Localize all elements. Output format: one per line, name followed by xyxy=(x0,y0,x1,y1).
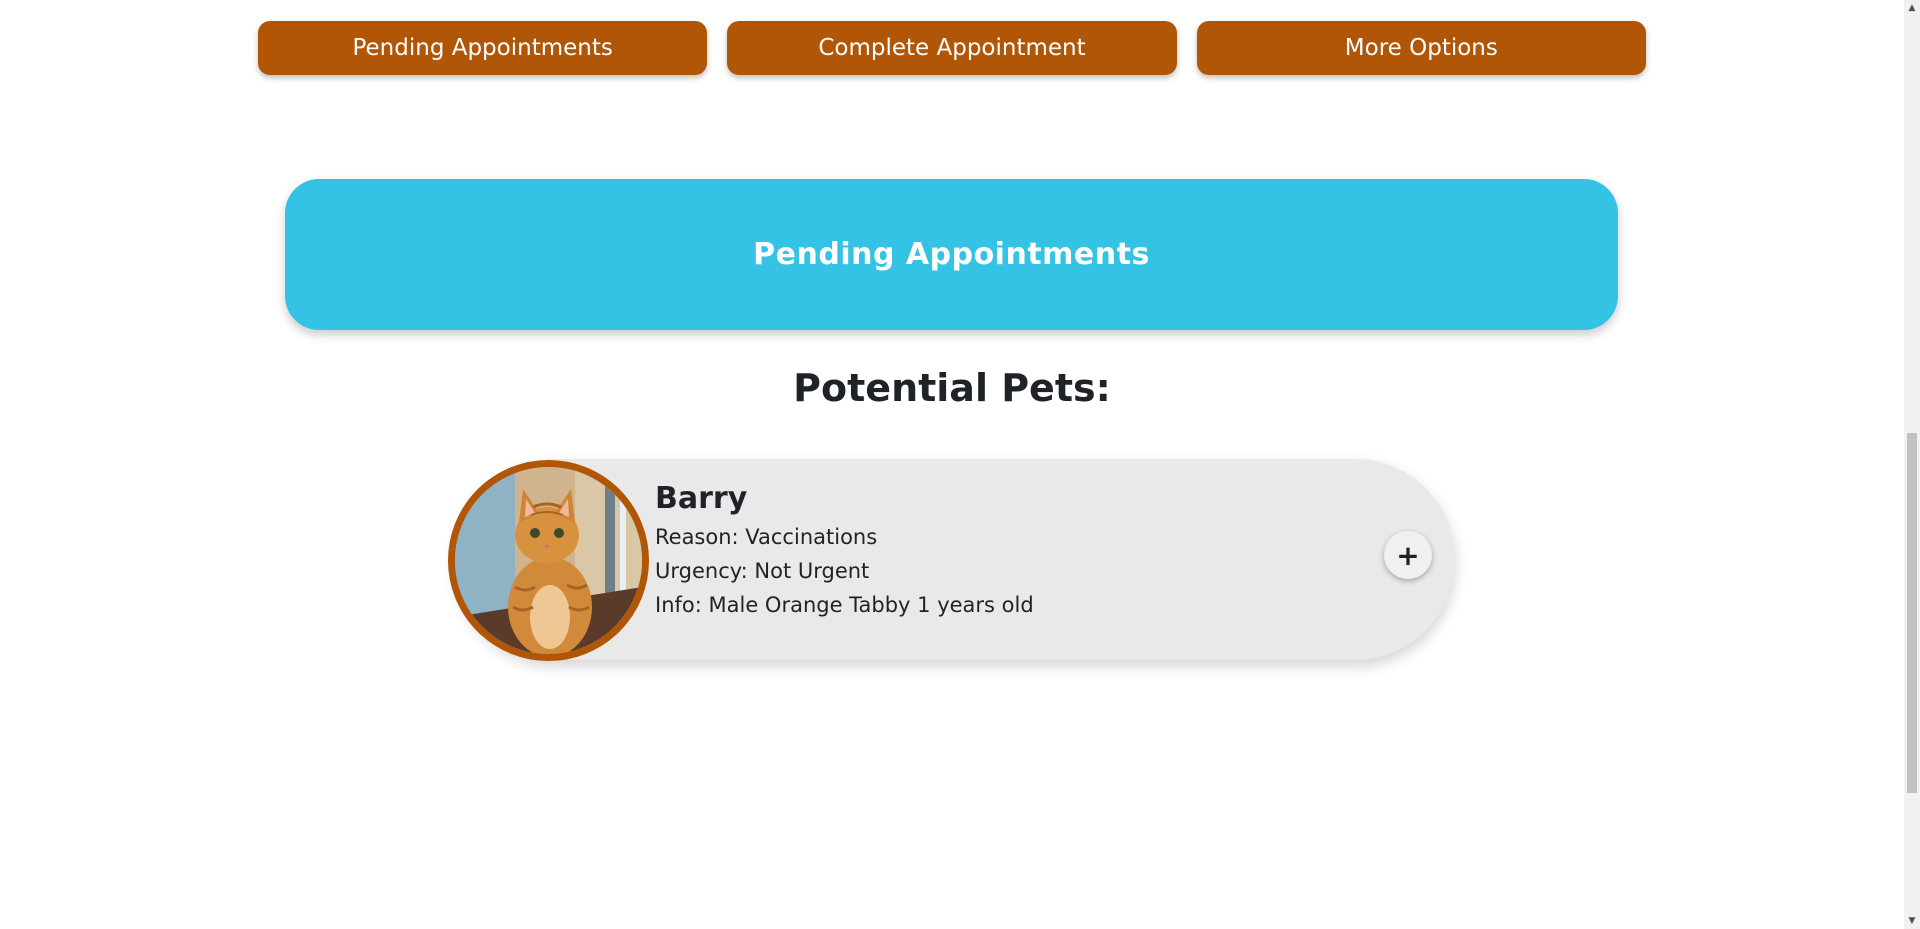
add-pet-button[interactable]: + xyxy=(1384,531,1432,579)
pet-card: Barry Reason: Vaccinations Urgency: Not … xyxy=(448,459,1455,661)
page: Pending Appointments Complete Appointmen… xyxy=(0,0,1920,929)
pending-appointments-banner: Pending Appointments xyxy=(285,179,1618,330)
plus-icon: + xyxy=(1396,538,1420,572)
pet-name: Barry xyxy=(655,481,748,516)
pet-info-text: Info: Male Orange Tabby 1 years old xyxy=(655,593,1034,617)
pending-appointments-button[interactable]: Pending Appointments xyxy=(258,21,708,75)
scroll-down-arrow-icon[interactable]: ▼ xyxy=(1904,913,1920,929)
banner-title: Pending Appointments xyxy=(753,237,1150,272)
pet-photo xyxy=(448,460,649,661)
pet-reason: Reason: Vaccinations xyxy=(655,525,878,549)
complete-appointment-button[interactable]: Complete Appointment xyxy=(727,21,1177,75)
pet-info: Barry Reason: Vaccinations Urgency: Not … xyxy=(655,481,1034,622)
cat-photo-icon xyxy=(455,467,642,654)
top-nav: Pending Appointments Complete Appointmen… xyxy=(258,21,1646,75)
pet-urgency: Urgency: Not Urgent xyxy=(655,559,870,583)
more-options-button[interactable]: More Options xyxy=(1196,21,1646,75)
potential-pets-heading: Potential Pets: xyxy=(793,366,1111,410)
scroll-up-arrow-icon[interactable]: ▲ xyxy=(1904,0,1920,16)
scrollbar[interactable]: ▲ ▼ xyxy=(1904,0,1920,929)
scroll-thumb[interactable] xyxy=(1907,433,1917,793)
